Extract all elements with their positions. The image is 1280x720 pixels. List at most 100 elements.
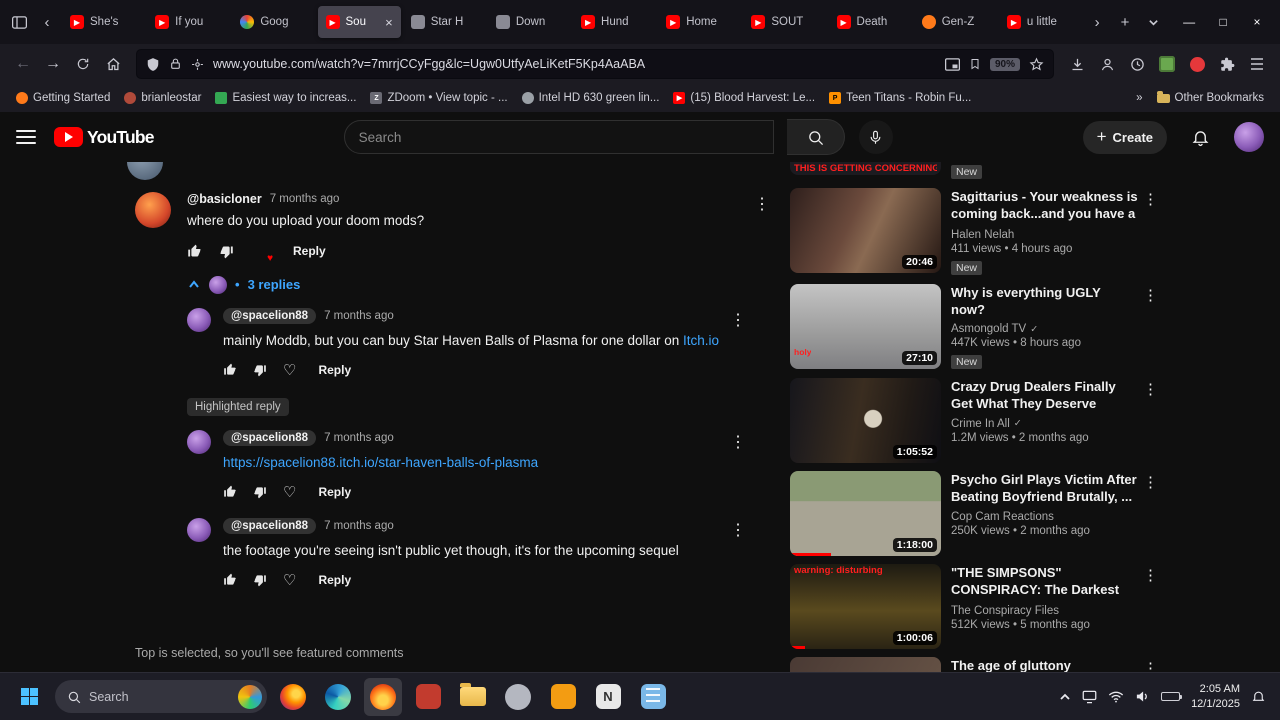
notifications-bell-icon[interactable]: [1191, 128, 1210, 147]
search-input-wrap[interactable]: [343, 120, 774, 154]
channel-name[interactable]: Halen Nelah: [951, 229, 1138, 241]
forward-icon[interactable]: →: [38, 50, 68, 78]
bookmark-item[interactable]: Easiest way to increas...: [209, 89, 362, 107]
taskbar-search[interactable]: [55, 680, 267, 713]
video-menu-kebab-icon[interactable]: ⋮: [1143, 286, 1158, 304]
tab-1[interactable]: ▶ She's: [62, 6, 145, 38]
bookmark-item[interactable]: Z ZDoom • View topic - ...: [364, 89, 513, 107]
other-bookmarks-folder[interactable]: Other Bookmarks: [1151, 89, 1270, 107]
display-icon[interactable]: [1082, 690, 1097, 704]
like-button[interactable]: [223, 363, 237, 377]
video-thumbnail[interactable]: 20:46: [790, 188, 941, 273]
tab-2[interactable]: ▶ If you: [147, 6, 230, 38]
battery-icon[interactable]: [1161, 692, 1183, 701]
taskbar-clock[interactable]: 2:05 AM 12/1/2025: [1191, 682, 1240, 711]
bookmark-star-icon[interactable]: [1029, 57, 1044, 72]
tab-10[interactable]: ▶ Death: [829, 6, 912, 38]
tab-close-icon[interactable]: ×: [385, 15, 393, 30]
extensions-puzzle-icon[interactable]: [1212, 50, 1242, 78]
tab-8[interactable]: ▶ Home: [658, 6, 741, 38]
tab-3[interactable]: Goog: [232, 6, 315, 38]
video-title[interactable]: Psycho Girl Plays Victim After Beating B…: [951, 471, 1138, 505]
reply-button[interactable]: Reply: [318, 363, 351, 377]
wifi-icon[interactable]: [1108, 690, 1124, 704]
like-button[interactable]: [223, 485, 237, 499]
zoom-level-badge[interactable]: 90%: [989, 57, 1020, 71]
create-button[interactable]: + Create: [1082, 120, 1167, 154]
reply-button[interactable]: Reply: [293, 244, 326, 258]
heart-button[interactable]: ♡: [283, 573, 296, 588]
window-maximize-button[interactable]: □: [1206, 6, 1240, 38]
account-avatar[interactable]: [1234, 122, 1264, 152]
search-input[interactable]: [358, 129, 759, 145]
video-title[interactable]: Why is everything UGLY now?: [951, 284, 1138, 318]
downloads-icon[interactable]: [1062, 50, 1092, 78]
new-tab-button[interactable]: +: [1112, 9, 1138, 35]
tray-chevron-up-icon[interactable]: [1059, 691, 1071, 703]
reply-avatar[interactable]: [187, 517, 211, 542]
youtube-logo[interactable]: YouTube: [54, 127, 154, 148]
adblock-extension-icon[interactable]: [1152, 50, 1182, 78]
itchio-url-link[interactable]: https://spacelion88.itch.io/star-haven-b…: [223, 455, 538, 470]
tab-12[interactable]: ▶ u little: [999, 6, 1082, 38]
menu-hamburger-icon[interactable]: [1242, 50, 1272, 78]
notepad-plus-icon[interactable]: N: [589, 678, 627, 716]
reply-timestamp[interactable]: 7 months ago: [324, 310, 394, 322]
heart-button[interactable]: ♡: [283, 363, 296, 378]
bookmark-item[interactable]: Intel HD 630 green lin...: [516, 89, 666, 107]
dislike-button[interactable]: [219, 244, 234, 259]
video-menu-kebab-icon[interactable]: ⋮: [1143, 566, 1158, 584]
tab-7[interactable]: ▶ Hund: [573, 6, 656, 38]
like-button[interactable]: [223, 573, 237, 587]
video-item[interactable]: 1:18:00 Psycho Girl Plays Victim After B…: [790, 471, 1158, 557]
dislike-button[interactable]: [253, 573, 267, 587]
channel-name[interactable]: Crime In All ✓: [951, 418, 1138, 430]
video-item[interactable]: The age of gluttony ⋮: [790, 657, 1158, 672]
channel-name[interactable]: The Conspiracy Files: [951, 605, 1138, 617]
list-all-tabs-icon[interactable]: [1140, 9, 1166, 35]
reply-button[interactable]: Reply: [318, 485, 351, 499]
video-item[interactable]: warning: disturbing 1:00:06 "THE SIMPSON…: [790, 564, 1158, 650]
red-extension-icon[interactable]: [1182, 50, 1212, 78]
video-menu-kebab-icon[interactable]: ⋮: [1143, 659, 1158, 672]
video-thumbnail[interactable]: 1:05:52: [790, 378, 941, 464]
taskbar-search-input[interactable]: [89, 689, 219, 704]
itchio-link[interactable]: Itch.io: [683, 333, 719, 348]
video-thumbnail[interactable]: [790, 657, 941, 672]
active-app-firefox-icon[interactable]: [364, 677, 402, 716]
channel-name[interactable]: Cop Cam Reactions: [951, 511, 1138, 523]
reply-avatar[interactable]: [187, 307, 211, 332]
bookmark-item[interactable]: ▶ (15) Blood Harvest: Le...: [667, 89, 821, 107]
window-minimize-button[interactable]: —: [1172, 6, 1206, 38]
firefox-taskbar-icon[interactable]: [274, 678, 312, 716]
dislike-button[interactable]: [253, 363, 267, 377]
reply-author-pill[interactable]: @spacelion88: [223, 307, 317, 324]
tab-scroll-left-button[interactable]: ‹: [34, 9, 60, 35]
search-button[interactable]: [786, 119, 845, 155]
comment-menu-kebab-icon[interactable]: ⋮: [729, 520, 747, 540]
tab-scroll-right-button[interactable]: ›: [1084, 9, 1110, 35]
comment-menu-kebab-icon[interactable]: ⋮: [753, 194, 771, 214]
video-item[interactable]: 20:46 Sagittarius - Your weakness is com…: [790, 188, 1158, 276]
edge-taskbar-icon[interactable]: [319, 678, 357, 716]
video-item-partial[interactable]: THIS IS GETTING CONCERNING New: [790, 162, 1158, 180]
video-menu-kebab-icon[interactable]: ⋮: [1143, 473, 1158, 491]
video-thumbnail[interactable]: holy 27:10: [790, 284, 941, 369]
video-title[interactable]: The age of gluttony: [951, 657, 1138, 672]
lock-icon[interactable]: [169, 57, 182, 71]
tab-6[interactable]: Down: [488, 6, 571, 38]
video-thumbnail[interactable]: warning: disturbing 1:00:06: [790, 564, 941, 650]
reply-timestamp[interactable]: 7 months ago: [324, 432, 394, 444]
video-title[interactable]: Sagittarius - Your weakness is coming ba…: [951, 188, 1138, 224]
tab-4-active[interactable]: ▶ Sou ×: [317, 6, 401, 38]
search-highlight-image[interactable]: [238, 684, 262, 709]
tab-5[interactable]: Star H: [403, 6, 486, 38]
picture-in-picture-icon[interactable]: [944, 57, 960, 71]
reply-timestamp[interactable]: 7 months ago: [324, 520, 394, 532]
bookmark-item[interactable]: P Teen Titans - Robin Fu...: [823, 89, 977, 107]
start-button[interactable]: [10, 678, 48, 716]
file-explorer-icon[interactable]: [454, 678, 492, 716]
guide-hamburger-icon[interactable]: [16, 130, 36, 144]
volume-icon[interactable]: [1135, 689, 1150, 704]
url-bar[interactable]: www.youtube.com/watch?v=7mrrjCCyFgg&lc=U…: [136, 49, 1054, 79]
